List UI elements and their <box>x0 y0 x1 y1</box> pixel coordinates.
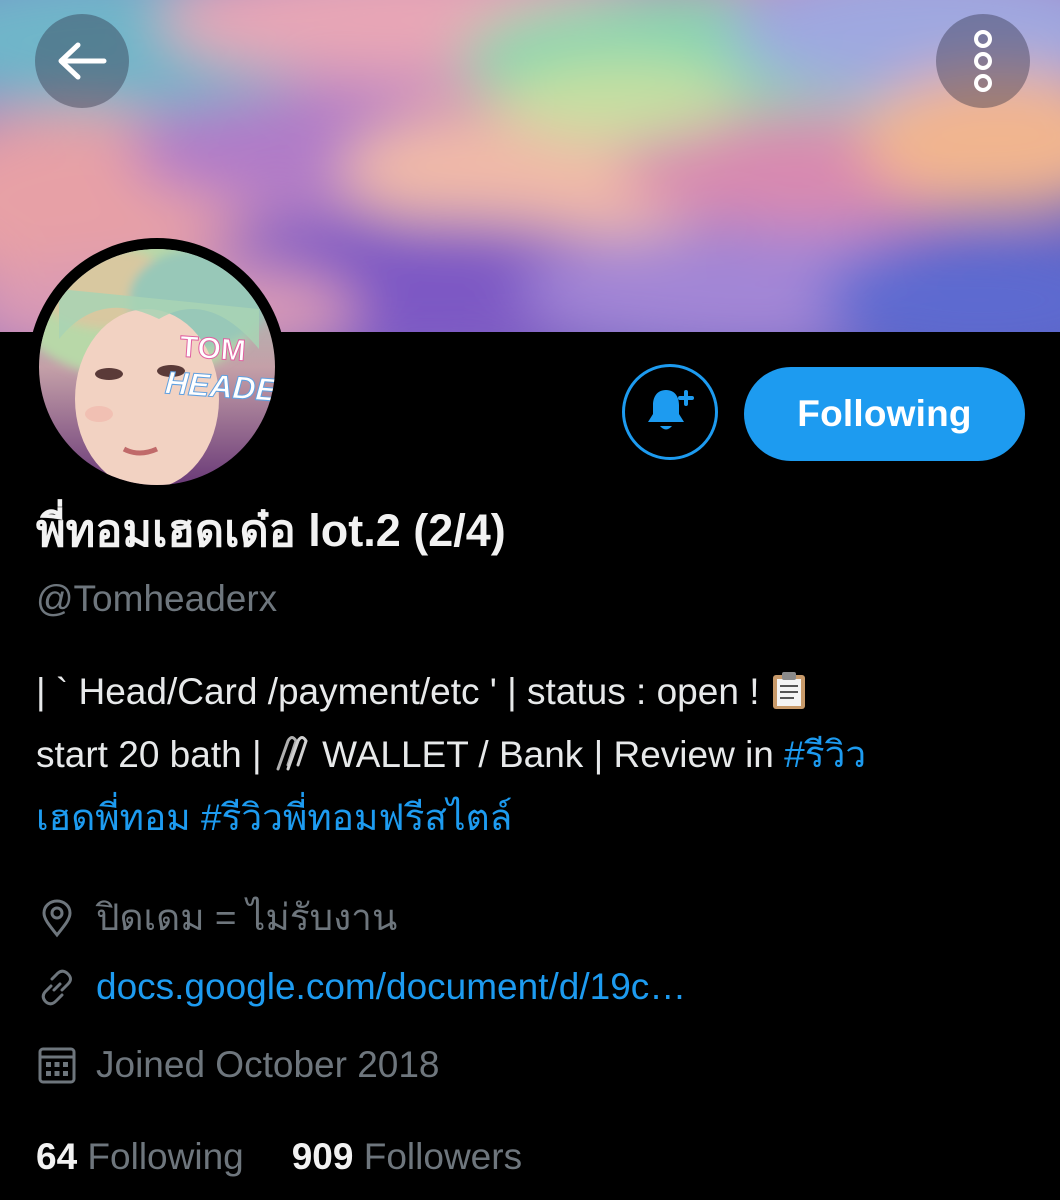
bell-plus-icon <box>644 384 696 440</box>
bio-text: | ` Head/Card /payment/etc ' | status : … <box>36 671 770 712</box>
arrow-left-icon <box>56 41 108 81</box>
back-button[interactable] <box>35 14 129 108</box>
following-label: Following <box>77 1136 244 1177</box>
profile-website[interactable]: docs.google.com/document/d/19c… <box>36 966 686 1008</box>
following-count-link[interactable]: 64 Following <box>36 1136 244 1178</box>
profile-location: ปิดเดม = ไม่รับงาน <box>36 888 397 947</box>
calendar-icon <box>36 1044 78 1086</box>
bio-line-2: start 20 bath | WALLET / Bank | Review i… <box>36 723 1036 786</box>
website-link[interactable]: docs.google.com/document/d/19c… <box>96 966 686 1008</box>
joined-text: Joined October 2018 <box>96 1044 440 1085</box>
following-count: 64 <box>36 1136 78 1177</box>
more-vertical-icon <box>971 29 995 93</box>
profile-bio: | ` Head/Card /payment/etc ' | status : … <box>36 660 1036 849</box>
link-icon <box>36 966 78 1008</box>
map-pin-icon <box>36 897 78 939</box>
follow-stats: 64 Following 909 Followers <box>36 1136 570 1178</box>
bio-line-1: | ` Head/Card /payment/etc ' | status : … <box>36 660 1036 723</box>
following-button[interactable]: Following <box>744 367 1025 461</box>
avatar[interactable]: TOM HEADE <box>28 238 286 496</box>
followers-count: 909 <box>291 1136 354 1177</box>
followers-count-link[interactable]: 909 Followers <box>292 1136 522 1178</box>
bio-text <box>191 797 201 838</box>
hashtag-link[interactable]: เฮดพี่ทอม <box>36 797 191 838</box>
bio-line-3: เฮดพี่ทอม #รีวิวพี่ทอมฟรีสไตล์ <box>36 786 1036 849</box>
user-handle: @Tomheaderx <box>36 578 278 619</box>
notifications-bell-button[interactable] <box>622 364 718 460</box>
followers-label: Followers <box>353 1136 523 1177</box>
bio-text: start 20 bath | <box>36 734 272 775</box>
profile-page: TOM HEADE Following พี่ทอมเฮดเด๋อ lot.2 … <box>0 0 1060 1200</box>
svg-text:TOM: TOM <box>179 330 247 368</box>
more-options-button[interactable] <box>936 14 1030 108</box>
display-name: พี่ทอมเฮดเด๋อ lot.2 (2/4) <box>36 505 506 556</box>
bio-text: WALLET / Bank | Review in <box>311 734 785 775</box>
hashtag-link[interactable]: #รีวิวพี่ทอมฟรีสไตล์ <box>201 797 512 838</box>
location-text: ปิดเดม = ไม่รับงาน <box>96 897 398 938</box>
clipboard-icon <box>770 666 808 729</box>
avatar-image: TOM HEADE <box>39 249 275 485</box>
profile-joined-date: Joined October 2018 <box>36 1044 440 1086</box>
paperclips-icon <box>272 729 312 792</box>
hashtag-link[interactable]: #รีวิว <box>784 734 866 775</box>
